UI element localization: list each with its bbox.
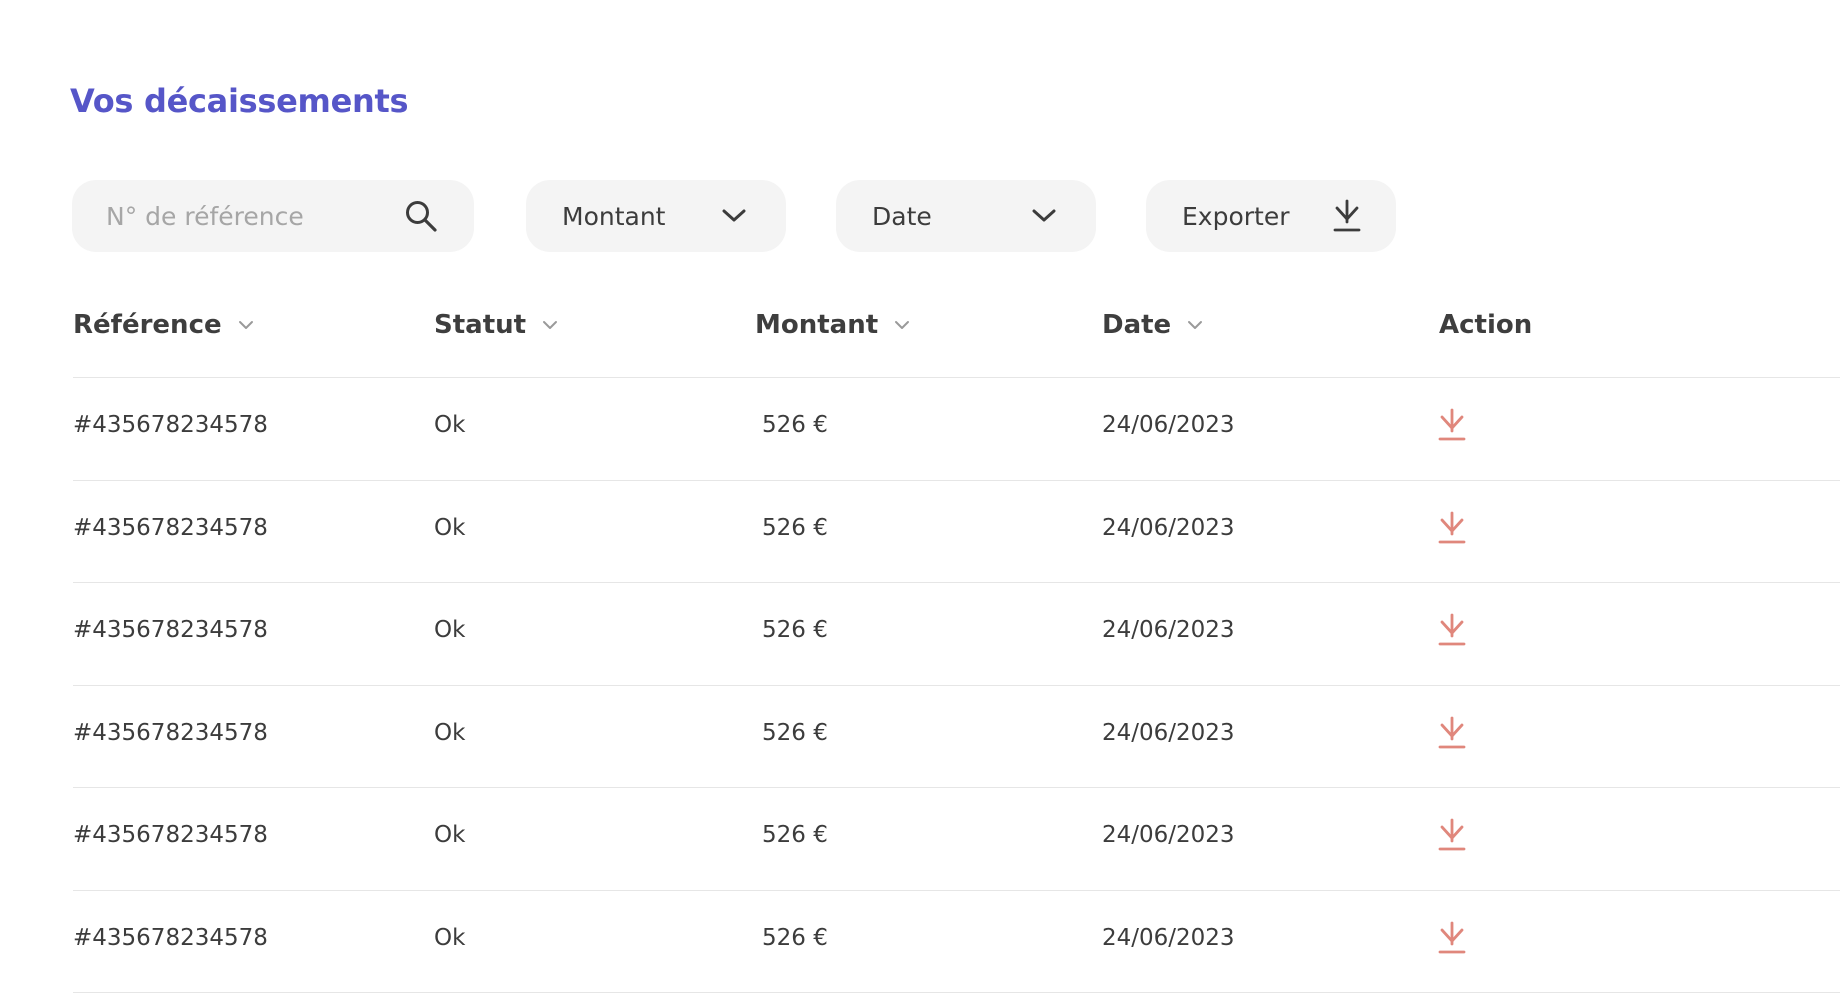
cell-reference: #435678234578 [73, 924, 268, 951]
download-icon [1437, 408, 1467, 442]
column-header-statut[interactable]: Statut [434, 310, 558, 340]
cell-montant: 526 € [762, 822, 828, 848]
cell-date: 24/06/2023 [1102, 822, 1235, 848]
column-header-date[interactable]: Date [1102, 310, 1203, 340]
column-header-reference[interactable]: Référence [73, 310, 254, 340]
cell-date: 24/06/2023 [1102, 719, 1235, 746]
cell-reference: #435678234578 [73, 617, 268, 643]
download-icon [1437, 716, 1467, 750]
sort-chevron-icon[interactable] [542, 320, 558, 330]
search-icon[interactable] [404, 199, 438, 233]
cell-reference: #435678234578 [73, 822, 268, 848]
cell-reference: #435678234578 [73, 514, 268, 541]
row-download-button[interactable] [1437, 921, 1467, 959]
row-download-button[interactable] [1437, 716, 1467, 754]
column-header-montant[interactable]: Montant [755, 310, 910, 340]
cell-statut: Ok [434, 617, 466, 643]
disbursements-table: Référence Statut Montant Date Action #43… [73, 290, 1840, 993]
row-download-button[interactable] [1437, 511, 1467, 549]
table-row: #435678234578 Ok 526 € 24/06/2023 [73, 788, 1840, 891]
cell-date: 24/06/2023 [1102, 514, 1235, 541]
cell-montant: 526 € [762, 514, 828, 541]
table-row: #435678234578 Ok 526 € 24/06/2023 [73, 583, 1840, 686]
table-row: #435678234578 Ok 526 € 24/06/2023 [73, 481, 1840, 583]
column-header-label: Statut [434, 310, 527, 340]
cell-reference: #435678234578 [73, 412, 268, 438]
row-download-button[interactable] [1437, 613, 1467, 651]
export-label: Exporter [1182, 201, 1290, 231]
table-body: #435678234578 Ok 526 € 24/06/2023 #43567… [73, 378, 1840, 993]
cell-statut: Ok [434, 412, 466, 438]
download-icon [1437, 921, 1467, 955]
cell-statut: Ok [434, 822, 466, 848]
sort-chevron-icon[interactable] [894, 320, 910, 330]
download-icon [1332, 199, 1362, 233]
column-header-label: Action [1439, 310, 1533, 340]
sort-chevron-icon[interactable] [238, 320, 254, 330]
sort-chevron-icon[interactable] [1187, 320, 1203, 330]
row-download-button[interactable] [1437, 818, 1467, 856]
cell-date: 24/06/2023 [1102, 412, 1235, 438]
reference-search-input[interactable] [106, 201, 386, 231]
chevron-down-icon [1032, 209, 1056, 223]
date-filter-dropdown[interactable]: Date [836, 180, 1096, 252]
download-icon [1437, 511, 1467, 545]
cell-date: 24/06/2023 [1102, 617, 1235, 643]
export-button[interactable]: Exporter [1146, 180, 1396, 252]
montant-filter-dropdown[interactable]: Montant [526, 180, 786, 252]
cell-statut: Ok [434, 719, 466, 746]
row-download-button[interactable] [1437, 408, 1467, 446]
cell-montant: 526 € [762, 924, 828, 951]
column-header-label: Date [1102, 310, 1172, 340]
montant-filter-label: Montant [562, 201, 666, 231]
column-header-action: Action [1439, 310, 1532, 340]
cell-date: 24/06/2023 [1102, 924, 1235, 951]
download-icon [1437, 613, 1467, 647]
chevron-down-icon [722, 209, 746, 223]
date-filter-label: Date [872, 201, 932, 231]
cell-reference: #435678234578 [73, 719, 268, 746]
column-header-label: Référence [73, 310, 222, 340]
table-row: #435678234578 Ok 526 € 24/06/2023 [73, 686, 1840, 788]
cell-montant: 526 € [762, 412, 828, 438]
column-header-label: Montant [755, 310, 879, 340]
page-title: Vos décaissements [70, 82, 409, 120]
cell-statut: Ok [434, 514, 466, 541]
cell-montant: 526 € [762, 617, 828, 643]
table-row: #435678234578 Ok 526 € 24/06/2023 [73, 378, 1840, 481]
table-header-row: Référence Statut Montant Date Action [73, 290, 1840, 378]
download-icon [1437, 818, 1467, 852]
table-row: #435678234578 Ok 526 € 24/06/2023 [73, 891, 1840, 993]
cell-statut: Ok [434, 924, 466, 951]
cell-montant: 526 € [762, 719, 828, 746]
reference-search-field[interactable] [72, 180, 474, 252]
